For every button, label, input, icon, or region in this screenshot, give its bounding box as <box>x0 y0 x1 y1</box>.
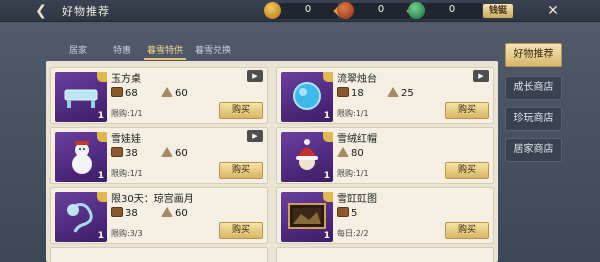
price-chest: 38 <box>111 207 138 219</box>
snowman-icon <box>72 141 92 174</box>
video-preview-icon[interactable]: ▶ <box>473 70 489 82</box>
chest-icon <box>111 87 123 97</box>
product-name: 雪娃娃 <box>111 134 141 145</box>
buy-button[interactable]: 购买 <box>219 222 263 239</box>
product-card-snowman[interactable]: 1 雪娃娃 ▶ 38 60 限购:1/1 购买 <box>50 127 268 184</box>
daily-limit: 每日:2/2 <box>337 229 369 238</box>
product-card-partial[interactable] <box>276 247 494 262</box>
product-name: 流翠烛台 <box>337 74 377 85</box>
subtab-snow-exchange[interactable]: 暮雪兑换 <box>192 42 234 60</box>
jade-icon <box>408 2 425 19</box>
buy-button[interactable]: 购买 <box>445 162 489 179</box>
price-chest: 68 <box>111 87 138 99</box>
price-cone: 60 <box>161 87 188 99</box>
red-hat-icon <box>296 139 318 170</box>
video-preview-icon[interactable]: ▶ <box>247 130 263 142</box>
product-name: 限30天：琼宫画月 <box>111 194 194 205</box>
sidetab-recommended[interactable]: 好物推荐 <box>505 43 562 67</box>
price-cone: 60 <box>161 207 188 219</box>
product-thumb: 1 <box>55 192 107 242</box>
product-grid: 1 玉方桌 ▶ 68 60 限购:1/1 购买 1 流翠烛台 ▶ 18 25 限… <box>46 61 498 262</box>
price-chest: 5 <box>337 207 357 219</box>
chest-icon <box>337 87 349 97</box>
product-card-partial[interactable] <box>50 247 268 262</box>
product-card-snow-scroll[interactable]: 1 雪豇豇图 5 每日:2/2 购买 <box>276 187 494 244</box>
purchase-limit: 限购:3/3 <box>111 229 143 238</box>
currency-gold: 0 <box>264 2 345 19</box>
purchase-limit: 限购:1/1 <box>337 109 369 118</box>
product-name: 玉方桌 <box>111 74 141 85</box>
buy-button[interactable]: 购买 <box>219 162 263 179</box>
price-cone: 25 <box>387 87 414 99</box>
product-thumb: 1 <box>55 72 107 122</box>
currency-gold-value: 0 <box>304 4 312 15</box>
product-thumb: 1 <box>281 72 333 122</box>
product-card-jade-table[interactable]: 1 玉方桌 ▶ 68 60 限购:1/1 购买 <box>50 67 268 124</box>
product-card-red-hat[interactable]: 1 雪绒红帽 80 限购:1/1 购买 <box>276 127 494 184</box>
sidetab-treasure-shop[interactable]: 珍玩商店 <box>505 107 562 131</box>
price-chest: 18 <box>337 87 364 99</box>
currency-jade-value: 0 <box>448 4 456 15</box>
product-name: 雪豇豇图 <box>337 194 377 205</box>
gold-ingot-icon <box>264 2 281 19</box>
subtab-snow-special[interactable]: 暮雪特供 <box>144 42 186 60</box>
price-cone: 60 <box>161 147 188 159</box>
product-thumb: 1 <box>281 132 333 182</box>
currency-copper-value: 0 <box>377 4 385 15</box>
scroll-painting-icon <box>288 203 326 229</box>
page-title: 好物推荐 <box>62 5 110 18</box>
currency-jade: 0 <box>408 2 482 19</box>
cone-icon <box>337 147 349 157</box>
purchase-limit: 限购:1/1 <box>111 109 143 118</box>
copper-coin-icon <box>337 2 354 19</box>
back-arrow-icon[interactable]: ❮ <box>30 1 52 21</box>
currency-copper: 0 <box>337 2 418 19</box>
product-card-moon-painting[interactable]: 1 限30天：琼宫画月 38 60 限购:3/3 购买 <box>50 187 268 244</box>
subtab-home[interactable]: 居家 <box>60 42 96 60</box>
chest-icon <box>337 207 349 217</box>
cone-icon <box>161 87 173 97</box>
buy-button[interactable]: 购买 <box>445 222 489 239</box>
jade-table-icon <box>64 89 98 108</box>
subtab-special[interactable]: 特惠 <box>104 42 140 60</box>
chest-icon <box>111 207 123 217</box>
sidetab-home-shop[interactable]: 居家商店 <box>505 138 562 162</box>
candlestick-icon <box>293 82 321 110</box>
buy-button[interactable]: 购买 <box>445 102 489 119</box>
product-card-candlestick[interactable]: 1 流翠烛台 ▶ 18 25 限购:1/1 购买 <box>276 67 494 124</box>
moon-painting-icon <box>67 203 93 233</box>
product-thumb: 1 <box>281 192 333 242</box>
price-chest: 38 <box>111 147 138 159</box>
cone-icon <box>161 207 173 217</box>
close-icon[interactable]: ✕ <box>542 1 564 21</box>
cone-icon <box>161 147 173 157</box>
product-thumb: 1 <box>55 132 107 182</box>
buy-button[interactable]: 购买 <box>219 102 263 119</box>
price-cone: 80 <box>337 147 364 159</box>
product-name: 雪绒红帽 <box>337 134 377 145</box>
purchase-limit: 限购:1/1 <box>337 169 369 178</box>
exchange-button[interactable]: 钱铤 <box>483 4 513 18</box>
video-preview-icon[interactable]: ▶ <box>247 70 263 82</box>
purchase-limit: 限购:1/1 <box>111 169 143 178</box>
sidetab-growth-shop[interactable]: 成长商店 <box>505 76 562 100</box>
cone-icon <box>387 87 399 97</box>
top-bar: ❮ 好物推荐 0 0 0 钱铤 ✕ <box>0 0 600 22</box>
chest-icon <box>111 147 123 157</box>
